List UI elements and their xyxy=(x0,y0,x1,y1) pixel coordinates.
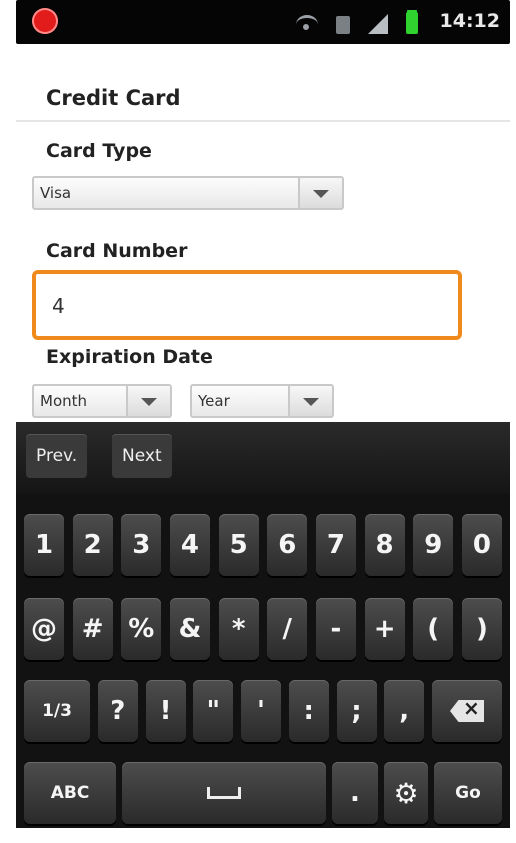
key-minus[interactable]: - xyxy=(315,598,356,660)
card-type-value: Visa xyxy=(40,184,72,202)
key-close-paren[interactable]: ) xyxy=(461,598,502,660)
keyboard-row-punctuation: 1/3 ? ! " ' : ; , xyxy=(16,680,510,742)
signal-icon xyxy=(368,14,388,34)
expiration-year-select[interactable]: Year xyxy=(190,384,334,418)
key-3[interactable]: 3 xyxy=(121,514,162,576)
chevron-down-icon[interactable] xyxy=(126,386,170,416)
key-double-quote[interactable]: " xyxy=(193,680,234,742)
keyboard-row-symbols: @ # % & * / - + ( ) xyxy=(16,598,510,660)
key-4[interactable]: 4 xyxy=(169,514,210,576)
abc-key[interactable]: ABC xyxy=(24,762,116,824)
battery-icon xyxy=(406,12,418,34)
key-8[interactable]: 8 xyxy=(364,514,405,576)
key-colon[interactable]: : xyxy=(288,680,329,742)
record-icon xyxy=(32,8,58,34)
key-0[interactable]: 0 xyxy=(461,514,502,576)
card-number-input[interactable]: 4 xyxy=(32,270,462,340)
key-period[interactable]: . xyxy=(332,762,378,824)
key-ampersand[interactable]: & xyxy=(169,598,210,660)
key-plus[interactable]: + xyxy=(364,598,405,660)
key-5[interactable]: 5 xyxy=(218,514,259,576)
space-icon xyxy=(207,787,241,799)
key-1[interactable]: 1 xyxy=(24,514,64,576)
key-hash[interactable]: # xyxy=(72,598,113,660)
card-type-label: Card Type xyxy=(46,140,152,162)
card-number-label: Card Number xyxy=(46,240,188,262)
settings-gear-icon[interactable]: ⚙ xyxy=(384,762,428,824)
keyboard-row-numbers: 1 2 3 4 5 6 7 8 9 0 xyxy=(16,514,510,576)
month-value: Month xyxy=(40,392,88,410)
space-key[interactable] xyxy=(122,762,326,824)
prev-button[interactable]: Prev. xyxy=(26,434,88,478)
key-open-paren[interactable]: ( xyxy=(413,598,454,660)
backspace-icon xyxy=(450,700,484,722)
wifi-icon xyxy=(296,15,318,34)
key-2[interactable]: 2 xyxy=(72,514,113,576)
key-semicolon[interactable]: ; xyxy=(336,680,377,742)
key-9[interactable]: 9 xyxy=(413,514,454,576)
key-7[interactable]: 7 xyxy=(315,514,356,576)
next-button[interactable]: Next xyxy=(112,434,172,478)
key-6[interactable]: 6 xyxy=(267,514,308,576)
page-title: Credit Card xyxy=(46,86,181,110)
key-page-1-3[interactable]: 1/3 xyxy=(24,680,90,742)
on-screen-keyboard: Prev. Next 1 2 3 4 5 6 7 8 9 0 @ # % & *… xyxy=(16,422,510,828)
key-slash[interactable]: / xyxy=(267,598,308,660)
chevron-down-icon[interactable] xyxy=(288,386,332,416)
status-bar: 14:12 xyxy=(16,0,510,44)
chevron-down-icon[interactable] xyxy=(298,178,342,208)
card-number-value: 4 xyxy=(52,294,65,318)
expiration-month-select[interactable]: Month xyxy=(32,384,172,418)
key-comma[interactable]: , xyxy=(384,680,425,742)
card-type-select[interactable]: Visa xyxy=(32,176,344,210)
key-question[interactable]: ? xyxy=(97,680,138,742)
go-key[interactable]: Go xyxy=(434,762,502,824)
key-exclamation[interactable]: ! xyxy=(145,680,186,742)
key-at[interactable]: @ xyxy=(24,598,64,660)
clock: 14:12 xyxy=(439,10,500,32)
key-single-quote[interactable]: ' xyxy=(241,680,281,742)
year-value: Year xyxy=(198,392,230,410)
key-percent[interactable]: % xyxy=(121,598,162,660)
backspace-key[interactable] xyxy=(432,680,502,742)
expiration-date-label: Expiration Date xyxy=(46,346,213,368)
keyboard-row-bottom: ABC . ⚙ Go xyxy=(16,762,510,824)
sd-card-icon xyxy=(336,16,350,34)
keyboard-nav-bar: Prev. Next xyxy=(16,422,510,494)
key-asterisk[interactable]: * xyxy=(218,598,259,660)
status-icons xyxy=(296,12,418,34)
title-divider xyxy=(16,120,510,122)
